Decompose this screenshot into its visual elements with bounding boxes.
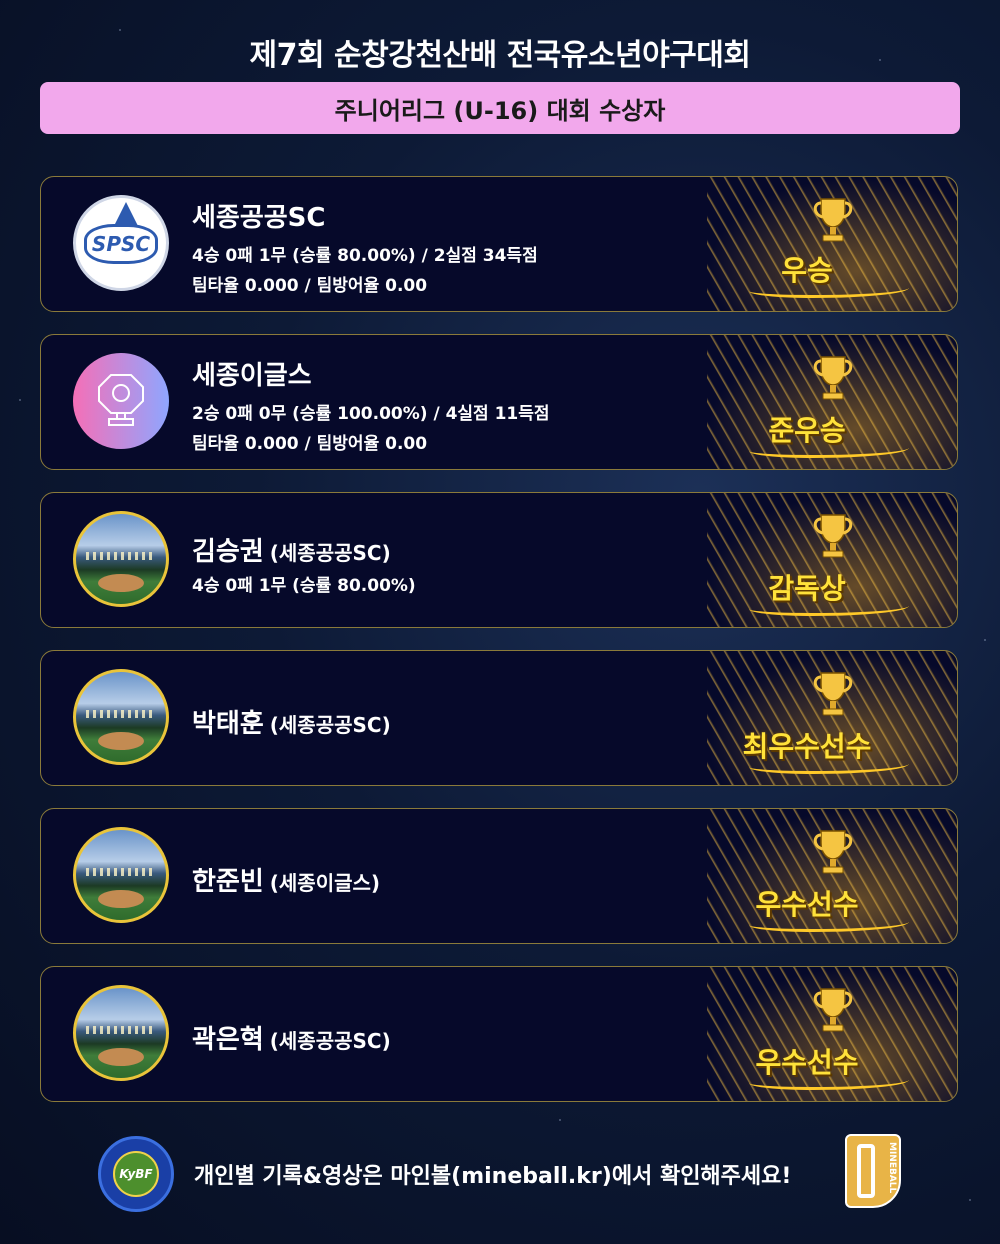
stadium-avatar [73, 511, 169, 607]
trophy-icon [813, 514, 853, 558]
footer: KyBF 개인별 기록&영상은 마인볼(mineball.kr)에서 확인해주세… [0, 1134, 1000, 1214]
recipient-line: 박태훈 (세종공공SC) [192, 703, 391, 740]
eagles-team-logo [73, 353, 169, 449]
recipient-name: 세종이글스 [192, 361, 312, 391]
baseball-trophy-icon [98, 374, 144, 426]
mineball-logo-text: MINEBALL [887, 1142, 897, 1194]
spsc-team-logo: SPSC [73, 195, 169, 291]
trophy-icon [813, 356, 853, 400]
baseball-field [98, 574, 144, 592]
record-line: 4승 0패 1무 (승률 80.00%) [192, 576, 416, 596]
award-card-mvp: 박태훈 (세종공공SC) 최우수선수 [40, 650, 958, 786]
team-stats-line: 팀타율 0.000 / 팀방어율 0.00 [192, 276, 428, 296]
recipient-team: (세종이글스) [269, 871, 381, 895]
stadium-lights [86, 552, 156, 560]
award-card-runner-up: 세종이글스 2승 0패 0무 (승률 100.00%) / 4실점 11득점 팀… [40, 334, 958, 470]
stadium-avatar [73, 827, 169, 923]
baseball-field [98, 732, 144, 750]
recipient-name: 곽은혁 [192, 1025, 264, 1055]
recipient-line: 곽은혁 (세종공공SC) [192, 1019, 391, 1056]
kybf-logo: KyBF [98, 1136, 174, 1212]
stadium-avatar [73, 669, 169, 765]
recipient-line: 세종공공SC [192, 197, 326, 234]
spsc-crest: SPSC [84, 224, 158, 264]
team-stats-line: 팀타율 0.000 / 팀방어율 0.00 [192, 434, 428, 454]
trophy-icon [813, 988, 853, 1032]
recipient-name: 한준빈 [192, 867, 264, 897]
recipient-name: 세종공공SC [192, 203, 326, 233]
recipient-name: 김승권 [192, 537, 264, 567]
mineball-logo: MINEBALL [845, 1134, 901, 1208]
record-line: 2승 0패 0무 (승률 100.00%) / 4실점 11득점 [192, 404, 550, 424]
award-card-outstanding-2: 곽은혁 (세종공공SC) 우수선수 [40, 966, 958, 1102]
stadium-avatar [73, 985, 169, 1081]
mineball-mark [857, 1144, 875, 1198]
baseball-field [98, 890, 144, 908]
trophy-icon [813, 830, 853, 874]
award-card-coach: 김승권 (세종공공SC) 4승 0패 1무 (승률 80.00%) 감독상 [40, 492, 958, 628]
stadium-lights [86, 710, 156, 718]
award-card-champion: SPSC 세종공공SC 4승 0패 1무 (승률 80.00%) / 2실점 3… [40, 176, 958, 312]
award-card-outstanding-1: 한준빈 (세종이글스) 우수선수 [40, 808, 958, 944]
subtitle-text: 주니어리그 (U-16) 대회 수상자 [334, 96, 666, 125]
recipient-team: (세종공공SC) [269, 541, 391, 565]
recipient-team: (세종공공SC) [269, 1029, 391, 1053]
bird-icon [114, 202, 138, 226]
recipient-team: (세종공공SC) [269, 713, 391, 737]
subtitle-banner: 주니어리그 (U-16) 대회 수상자 [40, 82, 960, 134]
recipient-name: 박태훈 [192, 709, 264, 739]
record-line: 4승 0패 1무 (승률 80.00%) / 2실점 34득점 [192, 246, 538, 266]
recipient-line: 한준빈 (세종이글스) [192, 861, 380, 898]
page-title: 제7회 순창강천산배 전국유소년야구대회 [249, 38, 751, 73]
kybf-logo-text: KyBF [113, 1151, 159, 1197]
recipient-line: 김승권 (세종공공SC) [192, 531, 391, 568]
stadium-lights [86, 868, 156, 876]
stadium-lights [86, 1026, 156, 1034]
trophy-icon [813, 198, 853, 242]
baseball-field [98, 1048, 144, 1066]
footer-message: 개인별 기록&영상은 마인볼(mineball.kr)에서 확인해주세요! [194, 1164, 792, 1189]
trophy-icon [813, 672, 853, 716]
recipient-line: 세종이글스 [192, 355, 312, 392]
